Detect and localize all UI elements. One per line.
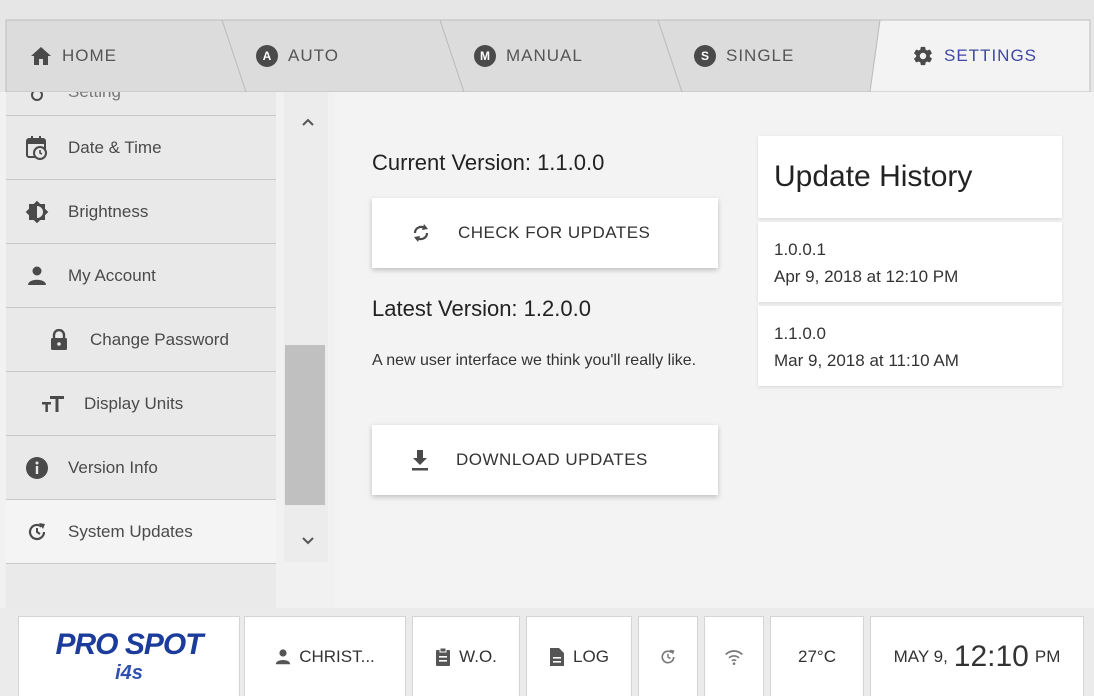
user-button[interactable]: CHRIST... [244,616,406,696]
tab-settings-label: SETTINGS [944,46,1038,65]
download-icon [412,450,428,471]
manual-badge-icon: M [474,45,496,67]
gear-icon [914,46,932,66]
tab-single-label: SINGLE [726,46,795,65]
sidebar-item-label: System Updates [68,521,193,541]
sidebar-item-label: Brightness [68,201,149,221]
history-version: 1.0.0.1 [774,240,826,259]
tab-bar: HOME A AUTO M MANUAL S SINGLE SETTINGS [0,0,1094,92]
history-entry: 1.1.0.0 Mar 9, 2018 at 11:10 AM [758,306,1062,386]
sidebar-item-label: My Account [68,265,156,285]
pro-spot-logo: PRO SPOT i4s [18,616,240,696]
update-history-title: Update History [758,136,1062,218]
date-time-readout: MAY 9, 12:10 PM [870,616,1084,696]
log-button[interactable]: LOG [526,616,632,696]
check-for-updates-label: CHECK FOR UPDATES [458,223,651,242]
home-icon [31,47,51,65]
tab-home[interactable]: HOME [30,38,117,74]
history-date: Mar 9, 2018 at 11:10 AM [774,351,959,370]
refresh-icon [24,519,50,545]
current-version-label: Current Version: 1.1.0.0 [372,150,605,175]
person-icon [276,648,291,664]
single-badge-icon: S [694,45,716,67]
sidebar-item-label: Display Units [84,393,184,413]
temperature-value: 27°C [798,646,836,666]
update-description: A new user interface we think you'll rea… [372,352,697,369]
logo-title-text: PRO SPOT [55,628,203,661]
check-for-updates-button[interactable]: CHECK FOR UPDATES [372,198,718,268]
download-updates-button[interactable]: DOWNLOAD UPDATES [372,425,718,495]
circle-icon [24,92,50,108]
tab-settings[interactable]: SETTINGS [912,38,1037,74]
document-icon [550,647,565,666]
sidebar-item-label: Change Password [90,329,229,349]
tab-single[interactable]: S SINGLE [694,38,794,74]
wifi-icon [725,649,743,665]
sidebar-item-label: Date & Time [68,137,162,157]
user-name: CHRIST... [299,646,375,666]
chevron-up-icon[interactable] [298,112,318,132]
tab-manual-label: MANUAL [506,46,583,65]
date-value: MAY 9, [893,646,948,666]
update-history-panel: Update History 1.0.0.1 Apr 9, 2018 at 12… [758,136,1062,386]
work-order-label: W.O. [459,646,497,666]
chevron-down-icon[interactable] [298,530,318,550]
info-icon [24,455,50,481]
tab-manual[interactable]: M MANUAL [474,38,583,74]
sidebar-item-system-updates[interactable]: System Updates [6,500,276,564]
ampm-value: PM [1034,646,1061,666]
text-size-icon [40,391,66,417]
tab-auto-label: AUTO [288,46,339,65]
auto-badge-icon: A [256,45,278,67]
sidebar-item-label: Setting [68,92,121,102]
wifi-button[interactable] [704,616,764,696]
history-button[interactable] [638,616,698,696]
settings-sidebar: Setting Date & Time Brightness My A [6,92,276,608]
history-entry: 1.0.0.1 Apr 9, 2018 at 12:10 PM [758,222,1062,302]
tab-home-label: HOME [62,46,117,65]
calendar-clock-icon [24,135,50,161]
history-version: 1.1.0.0 [774,324,826,343]
sidebar-item-label: Version Info [68,457,158,477]
sidebar-item-display-units[interactable]: Display Units [6,372,276,436]
log-label: LOG [573,646,609,666]
lock-icon [46,327,72,353]
temperature-readout: 27°C [770,616,864,696]
sync-icon [413,224,429,242]
sidebar-item-setting[interactable]: Setting [6,92,276,116]
work-order-button[interactable]: W.O. [412,616,520,696]
person-icon [24,263,50,289]
logo-title: PRO SPOT [55,628,203,662]
sidebar-item-date-time[interactable]: Date & Time [6,116,276,180]
history-date: Apr 9, 2018 at 12:10 PM [774,267,959,286]
download-updates-label: DOWNLOAD UPDATES [456,450,648,469]
sidebar-item-my-account[interactable]: My Account [6,244,276,308]
refresh-icon [661,649,675,663]
sidebar-item-brightness[interactable]: Brightness [6,180,276,244]
latest-version-label: Latest Version: 1.2.0.0 [372,296,591,321]
tab-auto[interactable]: A AUTO [256,38,339,74]
sidebar-item-version-info[interactable]: Version Info [6,436,276,500]
brightness-icon [24,199,50,225]
sidebar-item-change-password[interactable]: Change Password [6,308,276,372]
scrollbar-thumb[interactable] [285,345,325,505]
logo-sub: i4s [115,662,143,684]
clipboard-icon [436,647,451,666]
time-value: 12:10 [953,639,1029,673]
